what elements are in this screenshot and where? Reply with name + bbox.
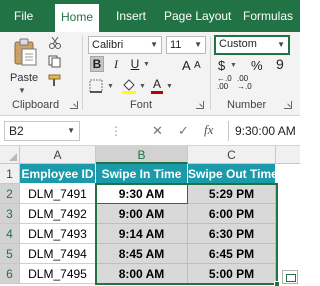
- percent-button[interactable]: %: [251, 58, 263, 73]
- underline-button[interactable]: U: [128, 56, 142, 72]
- table-cell[interactable]: 9:00 AM: [96, 204, 188, 224]
- formula-bar-row: B2 ▼ ⋮ ✕ ✓ fx 9:30:00 AM: [0, 116, 300, 146]
- fill-color-icon[interactable]: [120, 77, 138, 95]
- borders-icon[interactable]: [88, 78, 106, 94]
- table-cell[interactable]: 8:45 AM: [96, 244, 188, 264]
- table-cell[interactable]: DLM_7492: [20, 204, 96, 224]
- chevron-down-icon[interactable]: ▼: [67, 122, 75, 140]
- borders-dropdown-icon[interactable]: ▼: [107, 83, 114, 90]
- ribbon: Paste ▼ Clipboard Calibri ▼ 11 ▼ B I U ▼…: [0, 32, 300, 116]
- paste-dropdown-icon[interactable]: ▼: [18, 86, 26, 95]
- currency-button[interactable]: $: [218, 58, 225, 73]
- column-header-d[interactable]: [276, 146, 300, 164]
- fill-color-dropdown-icon[interactable]: ▼: [139, 83, 146, 90]
- worksheet-grid: A B C 1 2 3 4 5 6 Employee ID Swipe In T…: [0, 146, 300, 286]
- name-box[interactable]: B2 ▼: [4, 121, 80, 141]
- font-group-label: Font: [130, 99, 153, 111]
- table-cell[interactable]: 5:00 PM: [188, 264, 276, 284]
- number-dialog-launcher-icon[interactable]: [284, 101, 292, 109]
- row-header-2[interactable]: 2: [0, 184, 20, 204]
- fill-handle[interactable]: [274, 281, 280, 286]
- table-cell[interactable]: DLM_7494: [20, 244, 96, 264]
- enter-icon[interactable]: ✓: [178, 123, 189, 139]
- table-cell[interactable]: 6:30 PM: [188, 224, 276, 244]
- ribbon-separator: [82, 36, 83, 110]
- chevron-down-icon[interactable]: ▼: [277, 38, 285, 52]
- increase-font-size-button[interactable]: A: [182, 58, 191, 73]
- row-header-6[interactable]: 6: [0, 264, 20, 284]
- decrease-decimal-button[interactable]: .00 →.0: [237, 75, 252, 91]
- column-header-c[interactable]: C: [188, 146, 276, 164]
- insert-function-button[interactable]: fx: [204, 122, 213, 138]
- column-header-b[interactable]: B: [96, 146, 188, 164]
- ribbon-tab-bar: File Home Insert Page Layout Formulas: [0, 0, 300, 32]
- table-cell[interactable]: 5:29 PM: [188, 184, 276, 204]
- active-cell[interactable]: 9:30 AM: [96, 184, 188, 204]
- row-header-3[interactable]: 3: [0, 204, 20, 224]
- table-header-cell[interactable]: Swipe Out Time: [188, 164, 278, 184]
- table-header-cell[interactable]: Employee ID: [20, 164, 96, 184]
- font-color-swatch: [151, 91, 163, 94]
- cancel-icon[interactable]: ✕: [152, 123, 163, 139]
- tab-page-layout[interactable]: Page Layout: [164, 0, 231, 32]
- font-color-letter: A: [152, 77, 161, 91]
- font-name-value: Calibri: [92, 39, 124, 51]
- font-size-combo[interactable]: 11 ▼: [166, 36, 206, 54]
- table-cell[interactable]: 8:00 AM: [96, 264, 188, 284]
- table-cell[interactable]: DLM_7495: [20, 264, 96, 284]
- table-cell[interactable]: DLM_7491: [20, 184, 96, 204]
- select-all-button[interactable]: [0, 146, 20, 164]
- table-cell[interactable]: 6:45 PM: [188, 244, 276, 264]
- ribbon-separator: [210, 36, 211, 110]
- font-name-combo[interactable]: Calibri ▼: [88, 36, 162, 54]
- copy-icon[interactable]: [48, 55, 62, 68]
- font-color-button[interactable]: A: [150, 77, 164, 95]
- bold-button[interactable]: B: [90, 56, 104, 72]
- name-box-value: B2: [9, 124, 24, 138]
- decrease-font-size-button[interactable]: A: [194, 60, 201, 71]
- quick-analysis-icon[interactable]: [282, 270, 298, 284]
- table-header-cell[interactable]: Swipe In Time: [96, 164, 188, 184]
- comma-style-button[interactable]: 9: [276, 56, 284, 72]
- currency-dropdown-icon[interactable]: ▼: [230, 62, 237, 69]
- increase-decimal-button[interactable]: ←.0 .00: [217, 75, 232, 91]
- font-size-value: 11: [170, 39, 182, 51]
- row-header-1[interactable]: 1: [0, 164, 20, 184]
- number-format-value: Custom: [219, 38, 257, 50]
- paste-icon[interactable]: [12, 38, 38, 66]
- format-painter-icon[interactable]: [48, 74, 62, 87]
- font-color-dropdown-icon[interactable]: ▼: [166, 83, 173, 90]
- tab-insert[interactable]: Insert: [116, 0, 146, 32]
- cut-icon[interactable]: [48, 36, 62, 49]
- font-dialog-launcher-icon[interactable]: [196, 101, 204, 109]
- tab-formulas[interactable]: Formulas: [243, 0, 293, 32]
- column-header-a[interactable]: A: [20, 146, 96, 164]
- chevron-down-icon[interactable]: ▼: [194, 37, 202, 53]
- more-options-icon: ⋮: [110, 124, 123, 138]
- table-cell[interactable]: 9:14 AM: [96, 224, 188, 244]
- paste-button-label[interactable]: Paste: [10, 72, 38, 84]
- table-cell[interactable]: DLM_7493: [20, 224, 96, 244]
- number-format-combo[interactable]: Custom ▼: [214, 35, 290, 55]
- tab-home[interactable]: Home: [55, 4, 100, 32]
- tab-file[interactable]: File: [14, 0, 33, 32]
- table-cell[interactable]: 6:00 PM: [188, 204, 276, 224]
- chevron-down-icon[interactable]: ▼: [150, 37, 158, 53]
- row-header-4[interactable]: 4: [0, 224, 20, 244]
- number-group-label: Number: [227, 99, 267, 111]
- italic-button[interactable]: I: [109, 56, 123, 72]
- clipboard-group-label: Clipboard: [12, 99, 60, 111]
- clipboard-dialog-launcher-icon[interactable]: [70, 101, 78, 109]
- underline-dropdown-icon[interactable]: ▼: [143, 61, 150, 68]
- formula-input[interactable]: 9:30:00 AM: [228, 121, 300, 141]
- row-header-5[interactable]: 5: [0, 244, 20, 264]
